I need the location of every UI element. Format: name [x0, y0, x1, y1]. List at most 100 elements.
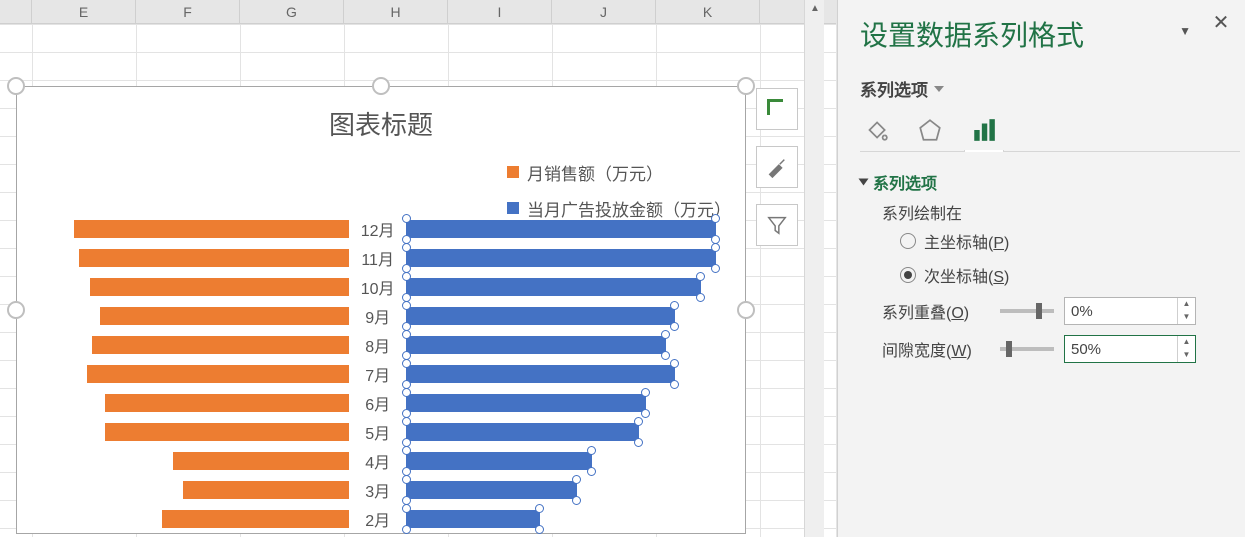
series2-bar[interactable]: [406, 249, 716, 267]
datapoint-handle[interactable]: [402, 330, 411, 339]
series1-bar[interactable]: [105, 394, 349, 412]
chart-filter-button[interactable]: [756, 204, 798, 246]
pane-options-dropdown[interactable]: ▼: [1179, 24, 1191, 38]
col-header-K[interactable]: K: [656, 0, 760, 23]
effects-tab[interactable]: [916, 115, 944, 143]
datapoint-handle[interactable]: [641, 409, 650, 418]
col-header-H[interactable]: H: [344, 0, 448, 23]
series1-bar[interactable]: [90, 278, 349, 296]
chart-legend[interactable]: 月销售额（万元） 当月广告投放金额（万元）: [27, 154, 735, 226]
datapoint-handle[interactable]: [634, 417, 643, 426]
datapoint-handle[interactable]: [670, 322, 679, 331]
spinner[interactable]: ▲▼: [1177, 298, 1195, 324]
bar-row[interactable]: 11月: [57, 248, 725, 267]
bar-row[interactable]: 8月: [57, 335, 725, 354]
datapoint-handle[interactable]: [402, 359, 411, 368]
datapoint-handle[interactable]: [587, 467, 596, 476]
datapoint-handle[interactable]: [696, 293, 705, 302]
chart-add-element-button[interactable]: [756, 88, 798, 130]
vertical-scrollbar[interactable]: ▲: [804, 0, 824, 537]
bar-row[interactable]: 12月: [57, 219, 725, 238]
datapoint-handle[interactable]: [670, 380, 679, 389]
datapoint-handle[interactable]: [402, 446, 411, 455]
slider-thumb[interactable]: [1006, 341, 1012, 357]
series1-bar[interactable]: [87, 365, 349, 383]
series1-bar[interactable]: [92, 336, 349, 354]
datapoint-handle[interactable]: [402, 272, 411, 281]
datapoint-handle[interactable]: [402, 525, 411, 534]
embedded-chart[interactable]: 图表标题 月销售额（万元） 当月广告投放金额（万元） 12月 11月 10月 9月 8月…: [16, 86, 746, 534]
gap-input[interactable]: 50% ▲▼: [1064, 335, 1196, 363]
overlap-slider[interactable]: [1000, 309, 1054, 313]
pane-subtitle[interactable]: 系列选项: [860, 76, 1229, 101]
primary-axis-radio-row[interactable]: 主坐标轴(P): [882, 224, 1229, 258]
pane-close-button[interactable]: ✕: [1211, 14, 1231, 34]
series2-bar[interactable]: [406, 278, 701, 296]
datapoint-handle[interactable]: [572, 475, 581, 484]
scroll-up-arrow[interactable]: ▲: [808, 0, 822, 18]
series2-bar[interactable]: [406, 307, 675, 325]
datapoint-handle[interactable]: [402, 417, 411, 426]
bar-row[interactable]: 7月: [57, 364, 725, 383]
radio-unchecked-icon[interactable]: [900, 233, 916, 249]
resize-handle[interactable]: [372, 77, 390, 95]
col-header-E[interactable]: E: [32, 0, 136, 23]
col-header-J[interactable]: J: [552, 0, 656, 23]
col-header-F[interactable]: F: [136, 0, 240, 23]
datapoint-handle[interactable]: [670, 359, 679, 368]
datapoint-handle[interactable]: [402, 388, 411, 397]
gap-slider[interactable]: [1000, 347, 1054, 351]
datapoint-handle[interactable]: [670, 301, 679, 310]
datapoint-handle[interactable]: [634, 438, 643, 447]
series2-bar[interactable]: [406, 423, 639, 441]
resize-handle[interactable]: [7, 77, 25, 95]
series2-bar[interactable]: [406, 394, 646, 412]
datapoint-handle[interactable]: [711, 243, 720, 252]
series2-bar[interactable]: [406, 481, 577, 499]
col-header-I[interactable]: I: [448, 0, 552, 23]
fill-line-tab[interactable]: [862, 115, 890, 143]
datapoint-handle[interactable]: [402, 475, 411, 484]
datapoint-handle[interactable]: [587, 446, 596, 455]
radio-checked-icon[interactable]: [900, 267, 916, 283]
resize-handle[interactable]: [7, 301, 25, 319]
bar-row[interactable]: 9月: [57, 306, 725, 325]
series2-bar[interactable]: [406, 365, 675, 383]
col-header-G[interactable]: G: [240, 0, 344, 23]
series-options-section-header[interactable]: 系列选项: [860, 170, 1229, 194]
series-options-tab[interactable]: [970, 115, 998, 143]
resize-handle[interactable]: [737, 301, 755, 319]
datapoint-handle[interactable]: [711, 264, 720, 273]
bar-row[interactable]: 2月: [57, 509, 725, 528]
spin-up[interactable]: ▲: [1178, 298, 1195, 311]
series2-bar[interactable]: [406, 220, 716, 238]
datapoint-handle[interactable]: [402, 504, 411, 513]
bar-row[interactable]: 4月: [57, 451, 725, 470]
series2-bar[interactable]: [406, 336, 666, 354]
slider-thumb[interactable]: [1036, 303, 1042, 319]
chart-plot-area[interactable]: 图表标题 月销售额（万元） 当月广告投放金额（万元） 12月 11月 10月 9月 8月…: [27, 97, 735, 523]
spinner[interactable]: ▲▼: [1177, 336, 1195, 362]
bar-row[interactable]: 10月: [57, 277, 725, 296]
series1-bar[interactable]: [105, 423, 349, 441]
series2-bar[interactable]: [406, 510, 540, 528]
chart-title[interactable]: 图表标题: [27, 105, 735, 142]
bar-row[interactable]: 3月: [57, 480, 725, 499]
series2-bar[interactable]: [406, 452, 592, 470]
series1-bar[interactable]: [79, 249, 349, 267]
col-header-blank[interactable]: [0, 0, 32, 23]
series1-bar[interactable]: [162, 510, 349, 528]
datapoint-handle[interactable]: [402, 243, 411, 252]
series1-bar[interactable]: [173, 452, 349, 470]
datapoint-handle[interactable]: [402, 214, 411, 223]
datapoint-handle[interactable]: [572, 496, 581, 505]
series1-bar[interactable]: [74, 220, 349, 238]
chart-styles-button[interactable]: [756, 146, 798, 188]
datapoint-handle[interactable]: [402, 301, 411, 310]
bar-row[interactable]: 5月: [57, 422, 725, 441]
chart-bars[interactable]: 12月11月10月9月8月7月6月5月4月3月2月: [57, 219, 725, 528]
overlap-input[interactable]: 0% ▲▼: [1064, 297, 1196, 325]
datapoint-handle[interactable]: [696, 272, 705, 281]
datapoint-handle[interactable]: [711, 214, 720, 223]
datapoint-handle[interactable]: [641, 388, 650, 397]
